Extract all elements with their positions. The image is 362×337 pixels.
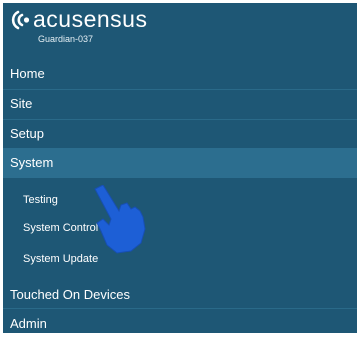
device-id-label: Guardian-037	[38, 34, 94, 44]
nav-item-system[interactable]: System	[3, 148, 357, 178]
acusensus-logo-icon	[11, 10, 30, 30]
nav-item-home[interactable]: Home	[3, 59, 357, 89]
nav-item-setup[interactable]: Setup	[3, 119, 357, 149]
nav-subitem-testing[interactable]: Testing	[3, 186, 357, 214]
nav-subitem-system-update[interactable]: System Update	[3, 245, 357, 273]
nav-item-site[interactable]: Site	[3, 89, 357, 119]
navigation-drawer: acusensus Guardian-037 Home Site Setup S…	[3, 3, 357, 333]
nav-item-touched-on-devices[interactable]: Touched On Devices	[3, 280, 357, 310]
nav-item-admin[interactable]: Admin	[3, 309, 357, 333]
nav-subitem-system-control[interactable]: System Control	[3, 214, 357, 242]
brand-header: acusensus Guardian-037	[3, 3, 357, 53]
pointing-hand-icon	[94, 185, 146, 254]
brand-logo-text: acusensus	[33, 6, 148, 32]
